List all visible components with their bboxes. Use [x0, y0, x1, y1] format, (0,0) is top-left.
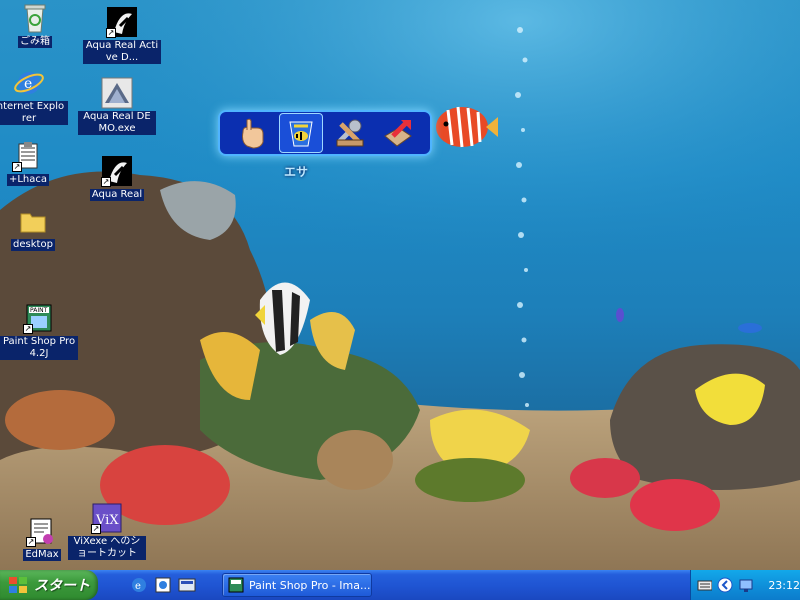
taskbar-button-title: Paint Shop Pro - Ima... [249, 578, 371, 592]
desktop-icon-recycle-bin[interactable]: ごみ箱 [0, 2, 74, 48]
hand-pointer-icon [242, 118, 264, 149]
internet-explorer-icon: e [13, 67, 45, 99]
shortcut-arrow-icon: ↗ [23, 324, 33, 334]
taskbar-button-paint-shop-pro[interactable]: Paint Shop Pro - Ima... [222, 573, 372, 597]
exit-tool-button[interactable] [377, 114, 419, 152]
recycle-bin-icon [19, 2, 51, 34]
windows-flag-icon [9, 577, 27, 593]
shortcut-arrow-icon: ↗ [12, 162, 22, 172]
desktop-icon-label: ViXexe へのショートカット [68, 536, 146, 560]
svg-text:e: e [24, 76, 32, 92]
aquarium-tool-palette [218, 110, 432, 156]
desktop-icon-aqua-real-active[interactable]: ↗ Aqua Real Active D... [83, 6, 161, 64]
keyboard-icon[interactable] [697, 578, 713, 592]
small-blue-fish [738, 323, 762, 333]
svg-text:e: e [135, 581, 141, 592]
edmax-icon[interactable] [154, 576, 172, 594]
desktop-icon-lhaca[interactable]: ↗ +Lhaca [0, 140, 67, 186]
paint-shop-pro-icon: PAINT ↗ [23, 302, 55, 334]
shortcut-arrow-icon: ↗ [91, 524, 101, 534]
desktop-icon-label: Aqua Real Active D... [83, 40, 161, 64]
lhaca-archiver-icon: ↗ [12, 140, 44, 172]
desktop-icon-label: EdMax [23, 549, 61, 561]
show-desktop-icon[interactable] [178, 576, 196, 594]
desktop-icon-paint-shop-pro[interactable]: PAINT ↗ Paint Shop Pro 4.2J [0, 302, 78, 360]
desktop-icon-label: Aqua Real [89, 189, 145, 201]
aqua-real-fish-icon: ↗ [106, 6, 138, 38]
aqua-real-fish-icon: ↗ [101, 155, 133, 187]
shortcut-arrow-icon: ↗ [101, 177, 111, 187]
moss-rock [415, 458, 525, 502]
hand-tool-button[interactable] [231, 114, 273, 152]
desktop-icon-label: desktop [11, 239, 55, 251]
quick-launch-bar: e [130, 576, 196, 594]
paint-shop-pro-icon [228, 577, 244, 593]
red-anemone [570, 458, 640, 498]
svg-text:PAINT: PAINT [30, 307, 48, 314]
desktop-icon-label: ごみ箱 [18, 36, 52, 48]
desktop-icon-vix[interactable]: ViX ↗ ViXexe へのショートカット [68, 502, 146, 560]
shortcut-arrow-icon: ↗ [106, 28, 116, 38]
aquarium-desktop: ごみ箱 e Internet Explorer ↗ +Lhaca desktop… [0, 0, 800, 570]
desktop-icon-desktop-folder[interactable]: desktop [0, 205, 72, 251]
clock: 23:12 [768, 578, 800, 592]
desktop-icon-aqua-real-demo[interactable]: Aqua Real DEMO.exe [78, 77, 156, 135]
settings-tool-button[interactable] [329, 114, 371, 152]
red-anemone-large [630, 479, 720, 531]
tools-wrench-icon [336, 119, 364, 147]
desktop-icon-internet-explorer[interactable]: e Internet Explorer [0, 67, 68, 125]
desktop-icon-label: Paint Shop Pro 4.2J [0, 336, 78, 360]
network-icon[interactable] [738, 577, 753, 593]
feed-tool-button[interactable] [279, 113, 323, 153]
desktop-icon-label: Aqua Real DEMO.exe [78, 111, 156, 135]
brown-coral [5, 390, 115, 450]
desktop-icon-label: Internet Explorer [0, 101, 68, 125]
exit-arrow-icon [384, 120, 412, 147]
internet-explorer-icon[interactable]: e [130, 576, 148, 594]
taskbar: スタート e Paint Shop Pro - Ima... 23:12 [0, 570, 800, 600]
aqua-real-demo-icon [101, 77, 133, 109]
edmax-mail-icon: ↗ [26, 515, 58, 547]
system-tray: 23:12 [690, 570, 800, 600]
brain-coral [317, 430, 393, 490]
tool-caption: エサ [283, 165, 308, 179]
desktop-icon-label: +Lhaca [6, 174, 50, 186]
folder-icon [17, 205, 49, 237]
vix-viewer-icon: ViX ↗ [91, 502, 123, 534]
tiny-fish [616, 308, 624, 322]
fish-food-icon [289, 121, 313, 147]
start-button-label: スタート [34, 578, 90, 594]
desktop-icon-aqua-real[interactable]: ↗ Aqua Real [78, 155, 156, 201]
expand-chevron-icon[interactable] [717, 577, 733, 593]
start-button[interactable]: スタート [0, 570, 98, 600]
shortcut-arrow-icon: ↗ [26, 537, 36, 547]
